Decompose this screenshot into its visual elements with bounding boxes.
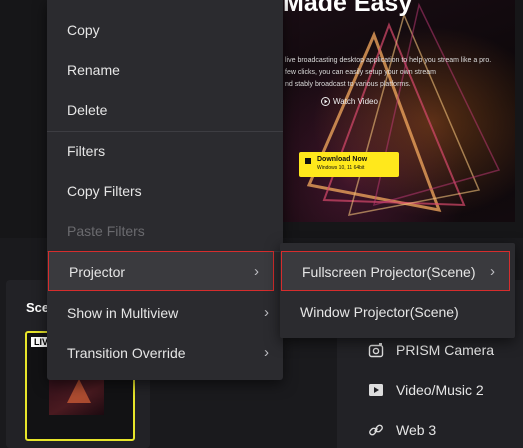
prism-graphic (306, 2, 501, 216)
download-now-button: Download Now Windows 10, 11 64bit (299, 152, 399, 177)
source-item-web[interactable]: Web 3 (368, 422, 436, 438)
projector-submenu: Fullscreen Projector(Scene) › Window Pro… (280, 243, 515, 338)
menu-item-rename[interactable]: Rename (47, 50, 283, 90)
chevron-right-icon: › (264, 304, 269, 321)
stream-preview: Made Easy live broadcasting desktop appl… (279, 0, 515, 222)
chevron-right-icon: › (254, 263, 259, 280)
source-item-prism-camera[interactable]: PRISM Camera (368, 342, 494, 358)
menu-item-show-in-multiview[interactable]: Show in Multiview › (47, 293, 283, 333)
watch-video-link: Watch Video (321, 97, 378, 106)
preview-subtitle: live broadcasting desktop application to… (285, 57, 492, 88)
windows-icon (305, 158, 311, 164)
link-icon (369, 424, 383, 436)
context-menu: Copy Rename Delete Filters Copy Filters … (47, 0, 283, 380)
source-item-video-music[interactable]: Video/Music 2 (368, 382, 484, 398)
preview-title: Made Easy (283, 0, 413, 17)
chevron-right-icon: › (490, 263, 495, 280)
menu-item-delete[interactable]: Delete (47, 90, 283, 130)
menu-item-paste-filters: Paste Filters (67, 223, 145, 239)
menu-item-filters[interactable]: Filters (47, 131, 283, 171)
scenes-title: Sce (26, 300, 50, 315)
menu-item-copy[interactable]: Copy (47, 10, 283, 50)
chevron-right-icon: › (264, 344, 269, 361)
menu-item-window-projector[interactable]: Window Projector(Scene) (280, 292, 510, 332)
menu-item-transition-override[interactable]: Transition Override › (47, 333, 283, 373)
menu-item-copy-filters[interactable]: Copy Filters (47, 171, 283, 211)
menu-item-projector[interactable]: Projector › (48, 251, 274, 291)
play-icon (369, 384, 383, 396)
camera-icon (368, 343, 384, 358)
play-circle-icon (321, 97, 330, 106)
menu-item-fullscreen-projector[interactable]: Fullscreen Projector(Scene) › (281, 251, 510, 291)
